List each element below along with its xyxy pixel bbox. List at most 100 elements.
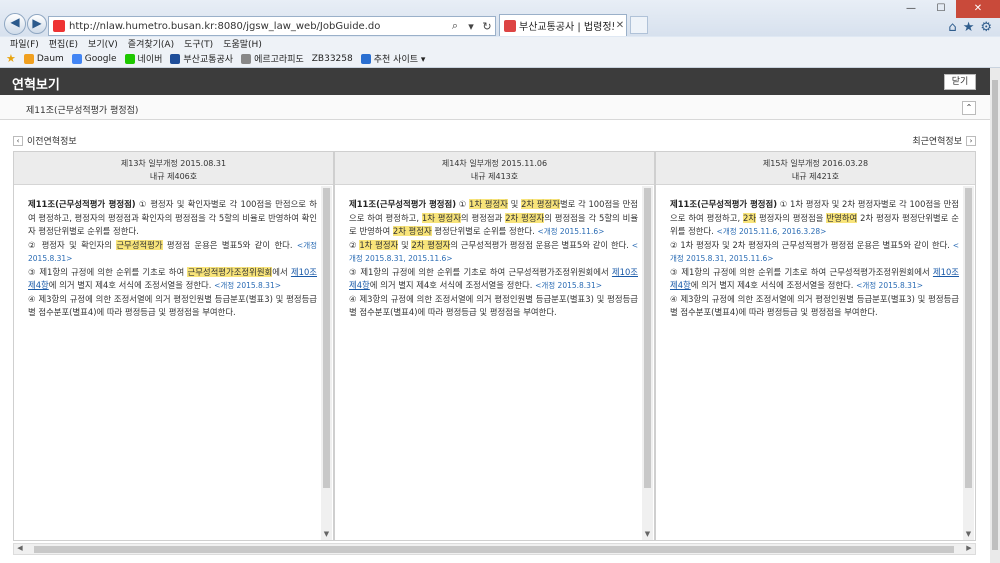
hscroll-thumb[interactable] — [34, 546, 954, 553]
menu-help[interactable]: 도움말(H) — [223, 37, 262, 50]
page-header: 연혁보기 닫기 — [0, 68, 990, 95]
home-icon[interactable]: ⌂ — [948, 20, 956, 35]
para-text: ② 평정자 및 확인자의 — [28, 239, 112, 250]
revision-note: <개정 2015.8.31> — [535, 281, 603, 290]
window-close-button[interactable]: ✕ — [956, 0, 1000, 18]
fav-suggested[interactable]: 추천 사이트 ▾ — [360, 52, 426, 65]
address-bar[interactable]: http://nlaw.humetro.busan.kr:8080/jgsw_l… — [48, 16, 496, 36]
column-header: 제14차 일부개정 2015.11.06 내규 제413호 — [335, 152, 654, 185]
para-text: 에 의거 별지 제4호 서식에 조정서열을 정한다. — [48, 280, 212, 290]
refresh-icon[interactable]: ↻ — [479, 20, 495, 33]
para-text: 에 의거 별지 제4호 서식에 조정서열을 정한다. — [369, 280, 533, 290]
paragraph-2: ② 평정자 및 확인자의 근무성적평가 평정점 운용은 별표5와 같이 한다. … — [28, 239, 317, 266]
paragraph-2: ② 1차 평정자 및 2차 평정자의 근무성적평가 평정점 운용은 별표5와 같… — [349, 239, 638, 266]
fav-naver[interactable]: 네이버 — [124, 52, 162, 65]
ergo-icon — [241, 53, 252, 64]
para-text: ③ 제1항의 규정에 의한 순위를 기초로 하여 — [28, 266, 185, 277]
menu-edit[interactable]: 편집(E) — [49, 37, 78, 50]
page-title: 연혁보기 — [12, 78, 60, 93]
fav-label: 에르고라피도 — [254, 55, 304, 65]
search-icon[interactable]: ⌕ — [447, 19, 463, 33]
column-scrollbar[interactable]: ▼ — [321, 186, 332, 540]
highlight-text: 2차 평정자 — [411, 239, 451, 250]
para-text: ④ 제3항의 규정에 의한 조정서열에 의거 평정인원별 등급분포(별표3) 및… — [670, 293, 959, 318]
tab-close-icon[interactable]: ✕ — [614, 20, 626, 31]
humetro-icon — [170, 53, 181, 64]
para-text: 및 — [510, 199, 519, 209]
column-scrollbar[interactable]: ▼ — [963, 186, 974, 540]
suggested-icon — [360, 53, 371, 64]
highlight-text: 반영하여 — [826, 212, 858, 223]
highlight-text: 근무성적평가조정위원회 — [187, 266, 273, 277]
highlight-text: 1차 평정자 — [469, 199, 508, 209]
article-heading: 제11조(근무성적평가 평정점) — [349, 199, 457, 209]
fav-ergo[interactable]: 에르고라피도 — [241, 52, 304, 65]
tab-current[interactable]: 부산교통공사 | 법령정보서... ✕ — [499, 14, 627, 36]
para-text: 의 평정점과 — [460, 212, 503, 223]
scroll-right-icon[interactable]: ▶ — [963, 544, 975, 554]
article-heading: 제11조(근무성적평가 평정점) — [28, 199, 136, 209]
fav-label: Daum — [36, 53, 64, 64]
fav-google[interactable]: Google — [71, 53, 117, 64]
next-history-link[interactable]: 최근연혁정보 › — [912, 134, 976, 147]
revision-title: 제13차 일부개정 2015.08.31 — [120, 159, 227, 168]
fav-humetro[interactable]: 부산교통공사 — [170, 52, 233, 65]
menu-bar: 파일(F) 편집(E) 보기(V) 즐겨찾기(A) 도구(T) 도움말(H) — [0, 37, 1000, 50]
window-scroll-thumb[interactable] — [992, 80, 998, 550]
back-button[interactable]: ◀ — [4, 13, 26, 35]
scroll-down-icon[interactable]: ▼ — [642, 530, 653, 540]
dropdown-icon[interactable]: ▾ — [463, 20, 479, 33]
close-button[interactable]: 닫기 — [944, 74, 976, 90]
new-tab-button[interactable] — [630, 16, 648, 34]
paragraph-4: ④ 제3항의 규정에 의한 조정서열에 의거 평정인원별 등급분포(별표3) 및… — [670, 293, 959, 320]
add-favorite-star-icon[interactable]: ★ — [6, 52, 16, 65]
history-column: 제15차 일부개정 2016.03.28 내규 제421호 제11조(근무성적평… — [655, 151, 976, 541]
history-columns: 제13차 일부개정 2015.08.31 내규 제406호 제11조(근무성적평… — [13, 151, 976, 541]
site-favicon-icon — [53, 20, 65, 32]
para-text: 평정자의 평정점을 — [758, 212, 824, 223]
fav-daum[interactable]: Daum — [23, 53, 64, 64]
collapse-button[interactable]: ⌃ — [962, 101, 976, 115]
column-scrollbar[interactable]: ▼ — [642, 186, 653, 540]
scroll-down-icon[interactable]: ▼ — [963, 530, 974, 540]
article-title: 제11조(근무성적평가 평정점) — [26, 106, 139, 116]
window-scrollbar[interactable] — [990, 68, 1000, 563]
para-text: ② 1차 평정자 및 2차 평정자의 근무성적평가 평정점 운용은 별표5와 같… — [670, 239, 950, 250]
naver-icon — [124, 53, 135, 64]
para-text: 에서 — [272, 266, 288, 277]
forward-button[interactable]: ▶ — [27, 14, 47, 34]
para-text: ② — [349, 239, 357, 250]
menu-favorites[interactable]: 즐겨찾기(A) — [128, 37, 174, 50]
scroll-left-icon[interactable]: ◀ — [14, 544, 26, 554]
fav-label: 추천 사이트 ▾ — [373, 55, 426, 65]
prev-history-link[interactable]: ‹ 이전연혁정보 — [13, 134, 77, 147]
rule-number: 내규 제406호 — [149, 172, 198, 181]
chevron-right-icon: › — [966, 135, 976, 146]
maximize-button[interactable]: ☐ — [926, 0, 956, 18]
history-column: 제14차 일부개정 2015.11.06 내규 제413호 제11조(근무성적평… — [334, 151, 655, 541]
revision-title: 제15차 일부개정 2016.03.28 — [762, 159, 869, 168]
horizontal-scrollbar[interactable]: ◀ ▶ — [13, 543, 976, 555]
para-text: ④ 제3항의 규정에 의한 조정서열에 의거 평정인원별 등급분포(별표3) 및… — [28, 293, 317, 318]
fav-label: Google — [84, 53, 117, 64]
paragraph-4: ④ 제3항의 규정에 의한 조정서열에 의거 평정인원별 등급분포(별표3) 및… — [28, 293, 317, 320]
gear-icon[interactable]: ⚙ — [980, 20, 992, 35]
history-navigation: ‹ 이전연혁정보 최근연혁정보 › — [0, 132, 990, 148]
scroll-thumb[interactable] — [965, 188, 972, 488]
menu-view[interactable]: 보기(V) — [88, 37, 118, 50]
menu-file[interactable]: 파일(F) — [10, 37, 39, 50]
revision-note: <개정 2015.8.31> — [214, 281, 282, 290]
scroll-down-icon[interactable]: ▼ — [321, 530, 332, 540]
scroll-thumb[interactable] — [644, 188, 651, 488]
minimize-button[interactable]: — — [896, 0, 926, 18]
highlight-text: 1차 평정자 — [359, 239, 399, 250]
history-column: 제13차 일부개정 2015.08.31 내규 제406호 제11조(근무성적평… — [13, 151, 334, 541]
fav-zb[interactable]: ZB33258 — [312, 54, 353, 64]
para-text: ④ 제3항의 규정에 의한 조정서열에 의거 평정인원별 등급분포(별표3) 및… — [349, 293, 638, 318]
address-url[interactable]: http://nlaw.humetro.busan.kr:8080/jgsw_l… — [69, 21, 447, 32]
para-text: ③ 제1항의 규정에 의한 순위를 기초로 하여 근무성적평가조정위원회에서 — [349, 266, 609, 277]
menu-tools[interactable]: 도구(T) — [184, 37, 213, 50]
favorites-star-icon[interactable]: ★ — [963, 20, 975, 35]
favorites-bar: ★ Daum Google 네이버 부산교통공사 에르고라피도 ZB33258 … — [0, 50, 1000, 68]
scroll-thumb[interactable] — [323, 188, 330, 488]
